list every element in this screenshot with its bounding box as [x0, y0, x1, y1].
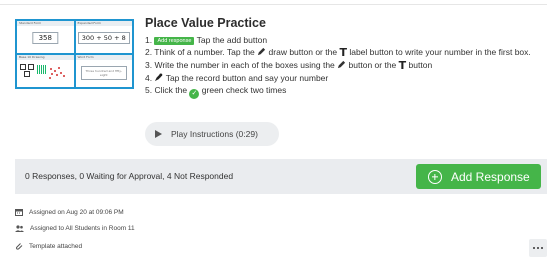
- pencil-icon: [258, 47, 266, 56]
- assigned-date: Assigned on Aug 20 at 09:06 PM: [29, 208, 124, 216]
- activity-title: Place Value Practice: [145, 16, 266, 30]
- calendar-icon: [15, 209, 23, 216]
- step-3: 3. Write the number in each of the boxes…: [145, 59, 433, 72]
- thumb-expanded-value: 300 + 50 + 8: [77, 32, 130, 44]
- thumb-word-value: Three hundred and fifty-eight: [80, 66, 127, 80]
- microphone-icon: [155, 73, 163, 82]
- assigned-date-row: Assigned on Aug 20 at 09:06 PM: [15, 208, 124, 216]
- pencil-icon: [338, 60, 346, 69]
- response-bar: 0 Responses, 0 Waiting for Approval, 4 N…: [15, 159, 547, 194]
- thumb-standard-value: 358: [32, 32, 58, 44]
- activity-thumbnail[interactable]: Standard Form 358 Expanded Form 300 + 50…: [15, 19, 134, 89]
- assigned-to: Assigned to All Students in Room 11: [30, 225, 135, 232]
- response-summary: 0 Responses, 0 Waiting for Approval, 4 N…: [25, 171, 234, 181]
- top-divider: [0, 4, 547, 5]
- check-icon: ✓: [189, 89, 200, 99]
- play-instructions-label: Play Instructions (0:29): [171, 129, 258, 139]
- more-icon: [533, 246, 536, 250]
- plus-circle-icon: [428, 169, 442, 184]
- thumb-base10-drawing: Base 10 Drawing: [17, 55, 74, 87]
- label-icon: T: [398, 59, 407, 72]
- people-icon: [15, 225, 24, 232]
- more-options-button[interactable]: [529, 239, 547, 257]
- assigned-to-row: Assigned to All Students in Room 11: [15, 225, 135, 232]
- thumb-header: Base 10 Drawing: [17, 55, 74, 60]
- thumb-header: Expanded Form: [75, 21, 132, 26]
- step-1: 1. Add response Tap the add button: [145, 35, 268, 45]
- template-row[interactable]: Template attached: [15, 242, 82, 250]
- add-response-tag: Add response: [154, 37, 195, 45]
- thumb-expanded-form: Expanded Form 300 + 50 + 8: [75, 21, 132, 53]
- instructions-list: 1. Add response Tap the add button 2. Th…: [145, 34, 541, 99]
- step-2: 2. Think of a number. Tap the draw butto…: [145, 46, 531, 59]
- play-icon: [155, 130, 162, 138]
- add-response-button[interactable]: Add Response: [416, 164, 541, 189]
- add-response-label: Add Response: [451, 169, 530, 184]
- label-icon: T: [339, 46, 347, 59]
- play-instructions-button[interactable]: Play Instructions (0:29): [145, 122, 279, 146]
- template-attached: Template attached: [29, 242, 83, 250]
- thumb-header: Standard Form: [17, 21, 74, 26]
- thumb-header: Word Form: [75, 55, 132, 60]
- thumb-standard-form: Standard Form 358: [17, 21, 74, 53]
- paperclip-icon: [16, 243, 23, 250]
- step-4: 4. Tap the record button and say your nu…: [145, 73, 329, 83]
- step-5: 5. Click the ✓ green check two times: [145, 85, 287, 99]
- thumb-word-form: Word Form Three hundred and fifty-eight: [75, 55, 132, 87]
